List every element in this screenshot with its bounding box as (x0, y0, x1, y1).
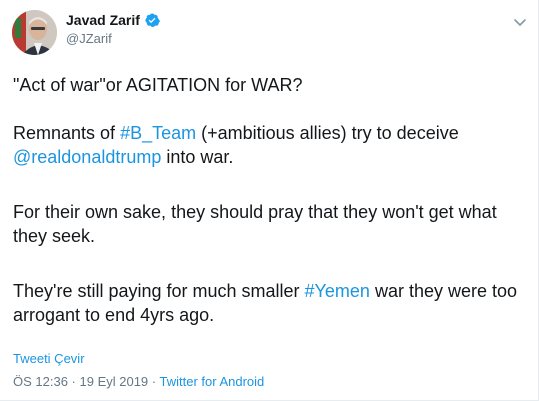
translate-tweet-link[interactable]: Tweeti Çevir (13, 351, 85, 367)
author-name[interactable]: Javad Zarif (66, 11, 140, 29)
tweet-paragraph-4: They're still paying for much smaller #Y… (13, 279, 529, 327)
tweet-line-1: "Act of war"or AGITATION for WAR? (13, 75, 303, 95)
tweet-text-segment: (+ambitious allies) try to deceive (196, 123, 459, 143)
tweet-source-link[interactable]: Twitter for Android (160, 374, 265, 389)
tweet-text-segment: They're still paying for much smaller (13, 281, 305, 301)
tweet-metadata: ÖS 12:36 · 19 Eyl 2019 · Twitter for And… (13, 374, 264, 390)
avatar-image (12, 10, 57, 55)
verified-badge-icon (144, 12, 160, 28)
mention-link[interactable]: @realdonaldtrump (13, 147, 161, 167)
hashtag-link[interactable]: #Yemen (305, 281, 370, 301)
tweet-paragraph-3: For their own sake, they should pray tha… (13, 202, 497, 246)
author-block: Javad Zarif @JZarif (66, 11, 160, 48)
chevron-down-icon[interactable] (512, 14, 528, 30)
tweet-paragraph-2: Remnants of #B_Team (+ambitious allies) … (13, 121, 529, 169)
author-handle[interactable]: @JZarif (66, 30, 160, 48)
tweet-text-segment: into war. (161, 147, 234, 167)
tweet-date[interactable]: 19 Eyl 2019 (80, 374, 149, 389)
avatar[interactable] (12, 10, 57, 55)
meta-separator: · (148, 374, 160, 389)
hashtag-link[interactable]: #B_Team (120, 123, 196, 143)
meta-separator: · (67, 374, 80, 389)
tweet-text-segment: Remnants of (13, 123, 121, 143)
tweet-card: Javad Zarif @JZarif "Act of war"or AGITA… (0, 0, 539, 401)
tweet-time[interactable]: ÖS 12:36 (13, 374, 68, 389)
